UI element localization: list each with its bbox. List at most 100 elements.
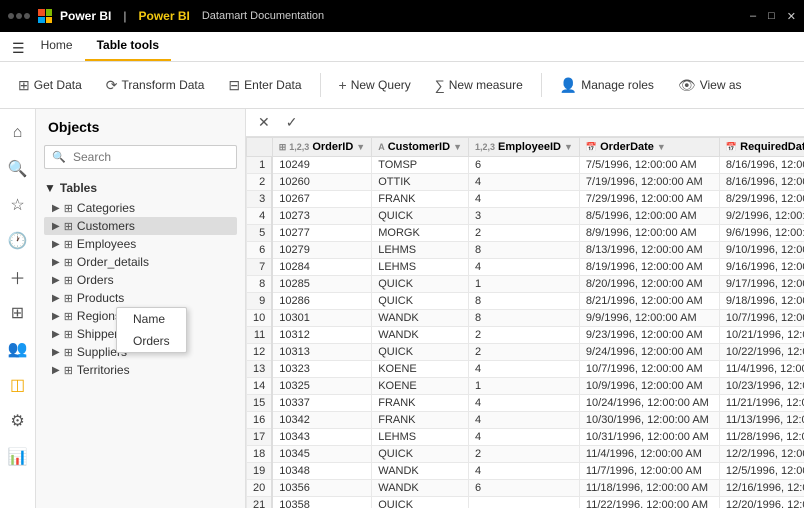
- table-row[interactable]: 1010301WANDK89/9/1996, 12:00:00 AM10/7/1…: [247, 310, 804, 327]
- table-cell: [468, 497, 579, 508]
- table-row[interactable]: 1910348WANDK411/7/1996, 12:00:00 AM12/5/…: [247, 463, 804, 480]
- manage-roles-button[interactable]: 👤 Manage roles: [550, 67, 664, 103]
- tables-header[interactable]: ▼ Tables: [44, 177, 237, 199]
- doc-title: Datamart Documentation: [202, 10, 324, 22]
- col-header-orderdate[interactable]: 📅 OrderDate ▼: [579, 138, 719, 157]
- table-row[interactable]: 2110358QUICK11/22/1996, 12:00:00 AM12/20…: [247, 497, 804, 508]
- table-cell: 9/23/1996, 12:00:00 AM: [579, 327, 719, 344]
- table-item-products[interactable]: ▶ ⊞ Products: [44, 289, 237, 307]
- get-data-label: Get Data: [34, 78, 82, 92]
- enter-data-button[interactable]: ⊟ Enter Data: [218, 67, 311, 103]
- separator-1: [320, 73, 321, 97]
- table-cell: 4: [468, 429, 579, 446]
- row-number: 4: [247, 208, 273, 225]
- table-cell: 10277: [272, 225, 371, 242]
- nav-users-icon[interactable]: 👥: [2, 333, 34, 365]
- table-row[interactable]: 1810345QUICK211/4/1996, 12:00:00 AM12/2/…: [247, 446, 804, 463]
- col-header-employeeid[interactable]: 1,2,3 EmployeeID ▼: [468, 138, 579, 157]
- table-row[interactable]: 1610342FRANK410/30/1996, 12:00:00 AM11/1…: [247, 412, 804, 429]
- table-item-categories[interactable]: ▶ ⊞ Categories: [44, 199, 237, 217]
- close-button[interactable]: ✕: [787, 10, 796, 23]
- maximize-button[interactable]: □: [768, 10, 775, 23]
- table-cell: 8/16/1996, 12:00:00 AM: [719, 157, 804, 174]
- table-cell: 10313: [272, 344, 371, 361]
- table-row[interactable]: 1410325KOENE110/9/1996, 12:00:00 AM10/23…: [247, 378, 804, 395]
- table-cell: 8: [468, 310, 579, 327]
- view-as-button[interactable]: 👁 View as: [668, 67, 752, 103]
- view-as-label: View as: [700, 78, 742, 92]
- tooltip-item-name[interactable]: Name: [117, 308, 186, 330]
- col-header-requireddate[interactable]: 📅 RequiredDate ▼: [719, 138, 804, 157]
- transform-data-button[interactable]: ⟳ Transform Data: [96, 67, 215, 103]
- cancel-button[interactable]: ✕: [254, 112, 274, 133]
- expand-icon: ▶: [52, 365, 60, 376]
- table-cell: KOENE: [372, 378, 469, 395]
- minimize-button[interactable]: –: [750, 10, 756, 23]
- table-cell: 10/24/1996, 12:00:00 AM: [579, 395, 719, 412]
- window-dots: [8, 13, 30, 19]
- table-item-orders[interactable]: ▶ ⊞ Orders: [44, 271, 237, 289]
- hamburger-icon[interactable]: ☰: [8, 36, 29, 61]
- window-controls[interactable]: – □ ✕: [750, 10, 796, 23]
- table-row[interactable]: 2010356WANDK611/18/1996, 12:00:00 AM12/1…: [247, 480, 804, 497]
- table-cell: 6: [468, 480, 579, 497]
- table-row[interactable]: 1210313QUICK29/24/1996, 12:00:00 AM10/22…: [247, 344, 804, 361]
- nav-data-icon[interactable]: ◫: [2, 369, 34, 401]
- sort-icon: ▼: [564, 142, 573, 152]
- table-icon: ⊞: [64, 292, 73, 305]
- table-row[interactable]: 1110312WANDK29/23/1996, 12:00:00 AM10/21…: [247, 327, 804, 344]
- table-row[interactable]: 1310323KOENE410/7/1996, 12:00:00 AM11/4/…: [247, 361, 804, 378]
- col-header-customerid[interactable]: A CustomerID ▼: [372, 138, 469, 157]
- nav-search-icon[interactable]: 🔍: [2, 153, 34, 185]
- table-row[interactable]: 810285QUICK18/20/1996, 12:00:00 AM9/17/1…: [247, 276, 804, 293]
- table-row[interactable]: 610279LEHMS88/13/1996, 12:00:00 AM9/10/1…: [247, 242, 804, 259]
- nav-home-icon[interactable]: ⌂: [2, 117, 34, 149]
- table-row[interactable]: 510277MORGK28/9/1996, 12:00:00 AM9/6/199…: [247, 225, 804, 242]
- table-cell: 10/30/1996, 12:00:00 AM: [579, 412, 719, 429]
- table-item-customers[interactable]: ▶ ⊞ Customers: [44, 217, 237, 235]
- table-cell: 8/5/1996, 12:00:00 AM: [579, 208, 719, 225]
- tab-home[interactable]: Home: [29, 31, 85, 61]
- table-cell: 8: [468, 293, 579, 310]
- table-item-order-details[interactable]: ▶ ⊞ Order_details: [44, 253, 237, 271]
- manage-roles-icon: 👤: [560, 77, 577, 94]
- get-data-button[interactable]: ⊞ Get Data: [8, 67, 92, 103]
- table-item-employees[interactable]: ▶ ⊞ Employees: [44, 235, 237, 253]
- table-cell: QUICK: [372, 293, 469, 310]
- table-row[interactable]: 910286QUICK88/21/1996, 12:00:00 AM9/18/1…: [247, 293, 804, 310]
- table-cell: 2: [468, 344, 579, 361]
- search-input[interactable]: [44, 145, 237, 169]
- nav-bookmark-icon[interactable]: ☆: [2, 189, 34, 221]
- table-cell: FRANK: [372, 412, 469, 429]
- table-cell: 11/28/1996, 12:00:00 AM: [719, 429, 804, 446]
- table-cell: 10337: [272, 395, 371, 412]
- table-cell: 3: [468, 208, 579, 225]
- confirm-button[interactable]: ✓: [282, 112, 302, 133]
- table-cell: 11/18/1996, 12:00:00 AM: [579, 480, 719, 497]
- nav-chart-icon[interactable]: 📊: [2, 441, 34, 473]
- table-cell: FRANK: [372, 395, 469, 412]
- tab-table-tools[interactable]: Table tools: [85, 31, 171, 61]
- table-row[interactable]: 210260OTTIK47/19/1996, 12:00:00 AM8/16/1…: [247, 174, 804, 191]
- table-cell: 12/16/1996, 12:00:00 AM: [719, 480, 804, 497]
- nav-settings-icon[interactable]: ⚙: [2, 405, 34, 437]
- main-layout: ⌂ 🔍 ☆ 🕐 ＋ ⊞ 👥 ◫ ⚙ 📊 Objects 🔍 ▼ Tables ▶…: [0, 109, 804, 508]
- data-table-container[interactable]: ⊞ 1,2,3 OrderID ▼ A CustomerID ▼: [246, 137, 804, 508]
- row-number: 5: [247, 225, 273, 242]
- nav-clock-icon[interactable]: 🕐: [2, 225, 34, 257]
- table-row[interactable]: 1510337FRANK410/24/1996, 12:00:00 AM11/2…: [247, 395, 804, 412]
- col-header-orderid[interactable]: ⊞ 1,2,3 OrderID ▼: [272, 138, 371, 157]
- table-row[interactable]: 1710343LEHMS410/31/1996, 12:00:00 AM11/2…: [247, 429, 804, 446]
- nav-add-icon[interactable]: ＋: [2, 261, 34, 293]
- table-row[interactable]: 110249TOMSP67/5/1996, 12:00:00 AM8/16/19…: [247, 157, 804, 174]
- new-query-button[interactable]: + New Query: [329, 67, 421, 103]
- table-cell: 9/9/1996, 12:00:00 AM: [579, 310, 719, 327]
- nav-apps-icon[interactable]: ⊞: [2, 297, 34, 329]
- table-cell: 10/31/1996, 12:00:00 AM: [579, 429, 719, 446]
- tooltip-item-orders[interactable]: Orders: [117, 330, 186, 352]
- new-measure-button[interactable]: ∑ New measure: [425, 67, 533, 103]
- table-item-territories[interactable]: ▶ ⊞ Territories: [44, 361, 237, 379]
- table-row[interactable]: 310267FRANK47/29/1996, 12:00:00 AM8/29/1…: [247, 191, 804, 208]
- table-row[interactable]: 410273QUICK38/5/1996, 12:00:00 AM9/2/199…: [247, 208, 804, 225]
- table-row[interactable]: 710284LEHMS48/19/1996, 12:00:00 AM9/16/1…: [247, 259, 804, 276]
